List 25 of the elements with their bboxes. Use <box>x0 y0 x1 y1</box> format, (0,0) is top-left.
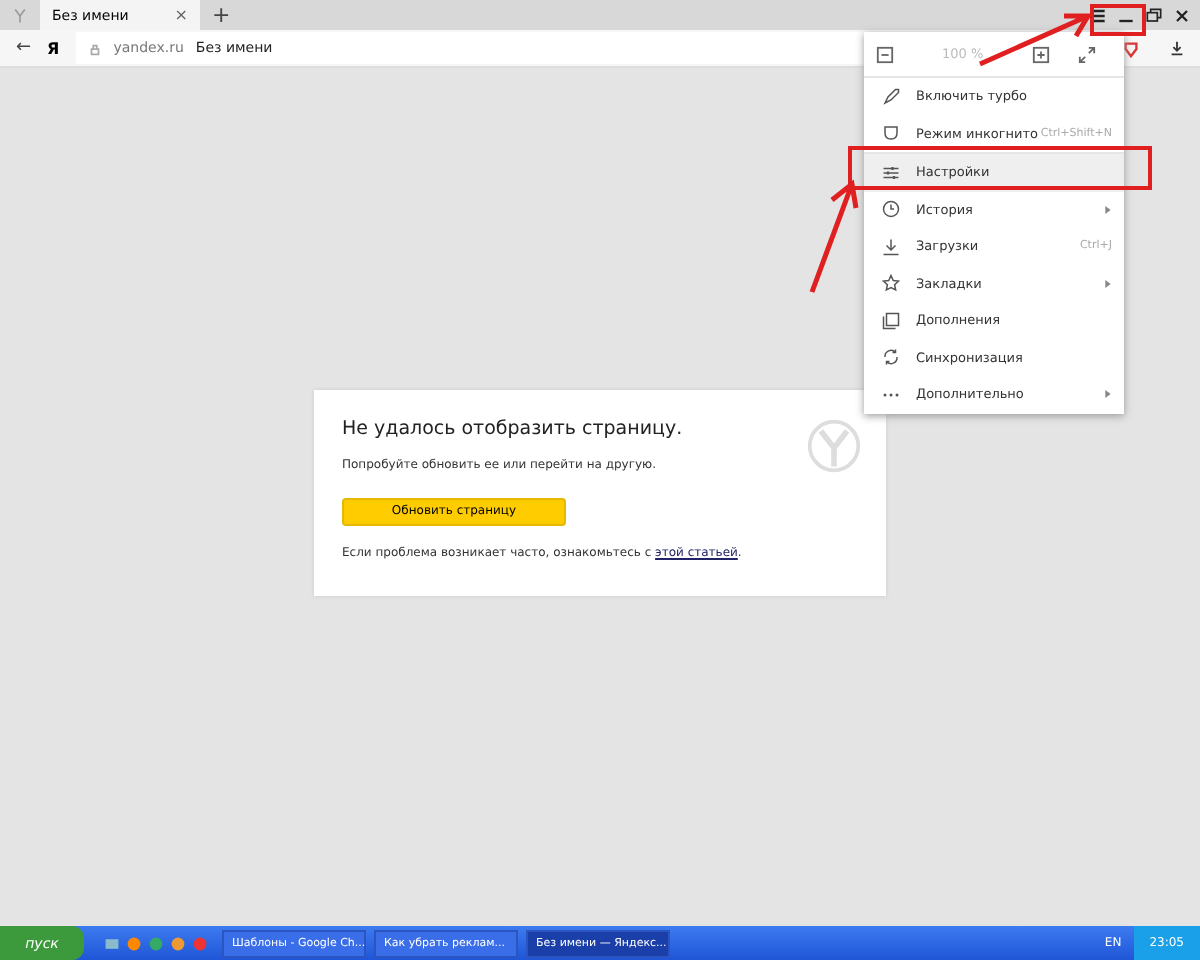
sync-icon <box>882 348 900 367</box>
error-title: Не удалось отобразить страницу. <box>342 418 685 440</box>
highlight-frame <box>1090 4 1146 36</box>
clock-icon <box>882 200 900 219</box>
star-icon <box>882 274 900 293</box>
addons-icon <box>882 311 900 330</box>
menu-icon[interactable] <box>1088 5 1108 25</box>
new-tab-button[interactable]: + <box>212 2 231 28</box>
zoom-in-icon[interactable] <box>1031 45 1050 63</box>
yandex-logo[interactable]: Я <box>47 39 60 57</box>
close-tab-button[interactable]: × <box>174 6 188 24</box>
zoom-out-icon[interactable] <box>876 45 894 63</box>
annotation-arrow <box>808 176 860 296</box>
yandex-y-icon <box>806 418 862 474</box>
shield-icon[interactable] <box>1122 39 1140 57</box>
fullscreen-icon[interactable] <box>1077 45 1096 63</box>
settings-icon <box>882 163 900 182</box>
download-icon[interactable] <box>1168 39 1186 57</box>
desktop-icon[interactable] <box>104 935 120 951</box>
lock-icon <box>87 41 102 55</box>
close-icon[interactable] <box>1172 5 1192 25</box>
browser-logo-icon <box>12 7 28 23</box>
back-button[interactable]: ← <box>16 38 32 58</box>
restore-icon[interactable] <box>1144 5 1164 25</box>
download-icon <box>882 237 900 256</box>
